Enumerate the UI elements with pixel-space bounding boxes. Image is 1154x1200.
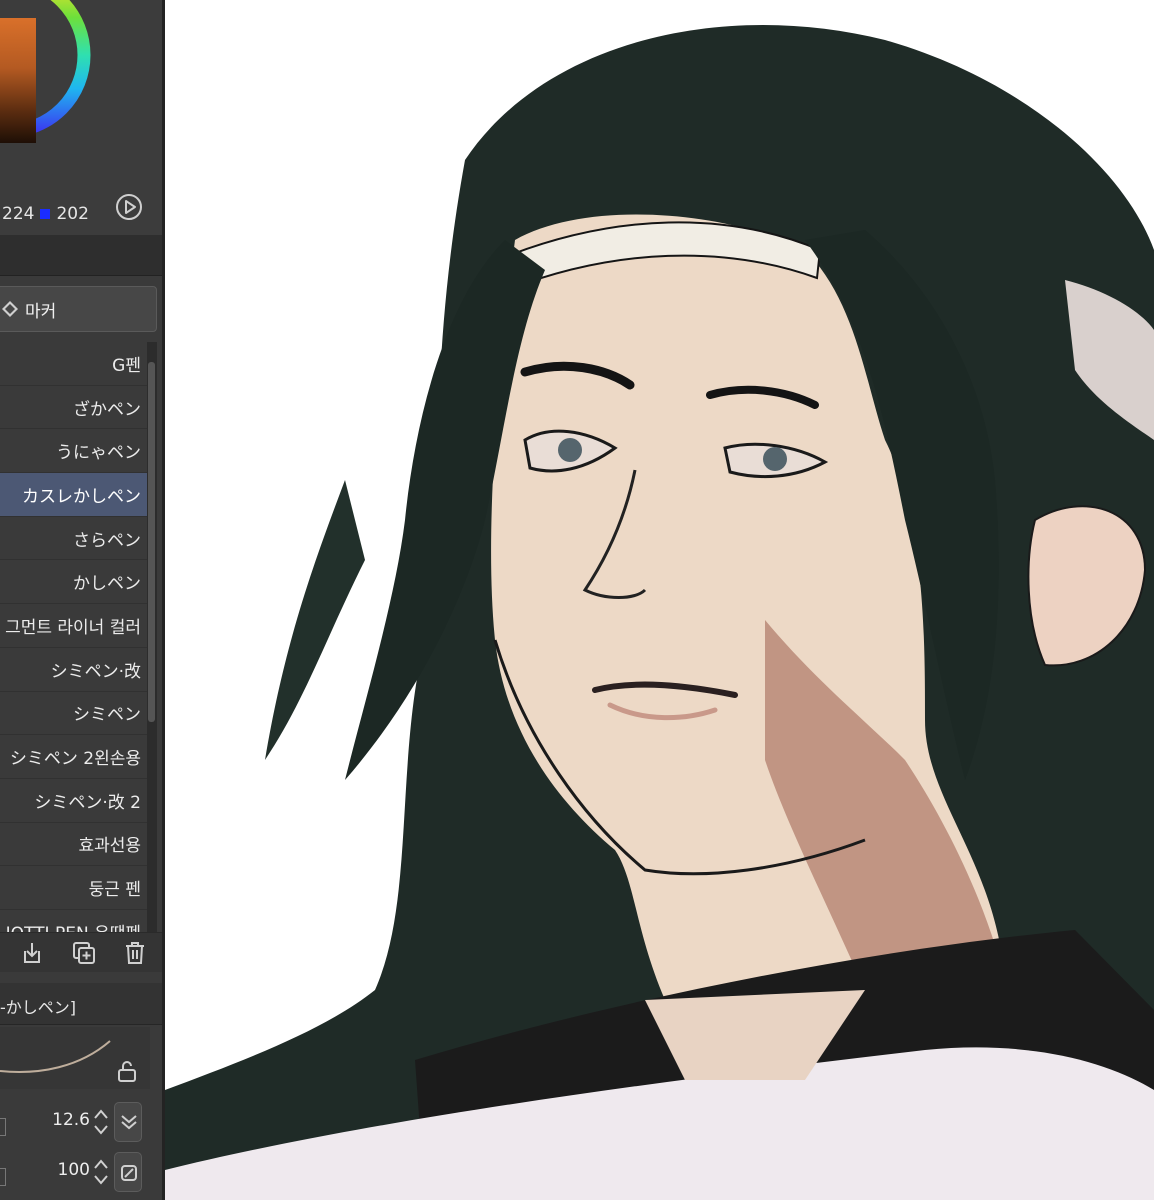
rgb-readout: 224 202	[0, 203, 89, 225]
brush-label: 효과선용	[78, 836, 141, 857]
brush-label: G펜	[112, 355, 141, 376]
brush-label: IOTTI PEN 우땐펜	[6, 919, 141, 932]
tool-group-header[interactable]: 마커	[0, 286, 157, 332]
pressure-icon	[121, 1115, 137, 1130]
brush-opacity-row: 100	[0, 1148, 162, 1194]
brush-item[interactable]: シミペン·改	[0, 648, 147, 692]
opacity-stepper[interactable]	[92, 1156, 110, 1188]
tool-panel: 224 202 마커 G펜 ざかペン うにゃペン カスレかしペン さらペン かし…	[0, 0, 162, 1200]
brush-label: カスレかしペン	[22, 486, 141, 507]
brush-size-value[interactable]: 12.6	[52, 1110, 90, 1130]
sub-tool-label: -かしペン]	[0, 998, 77, 1017]
brush-item[interactable]: うにゃペン	[0, 429, 147, 474]
sub-tool-title: -かしペン]	[0, 983, 162, 1025]
brush-opacity-value[interactable]: 100	[58, 1160, 90, 1180]
lock-icon[interactable]	[116, 1059, 138, 1083]
brush-item[interactable]: さらペン	[0, 517, 147, 561]
brush-list: G펜 ざかペン うにゃペン カスレかしペン さらペン かしペン 그먼트 라이너 …	[0, 342, 147, 932]
marker-icon	[2, 301, 18, 317]
duplicate-icon[interactable]	[70, 939, 98, 967]
size-slider[interactable]	[0, 1118, 6, 1136]
panel-divider	[0, 235, 162, 276]
brush-item-selected[interactable]: カスレかしペン	[0, 473, 147, 517]
stroke-curve	[0, 1040, 111, 1073]
blue-value: 202	[56, 204, 89, 224]
size-stepper[interactable]	[92, 1106, 110, 1138]
brush-item[interactable]: シミペン·改 2	[0, 779, 147, 823]
character-illustration	[165, 25, 1154, 1200]
brush-label: シミペン·改	[50, 661, 141, 682]
brush-item[interactable]: 둥근 펜	[0, 866, 147, 910]
brush-list-scrollbar[interactable]	[147, 342, 157, 932]
brush-label: さらペン	[73, 530, 141, 551]
brush-item[interactable]: 효과선용	[0, 823, 147, 867]
brush-action-bar	[0, 932, 162, 972]
blend-button[interactable]	[114, 1152, 142, 1192]
brush-item[interactable]: シミペン 2왼손용	[0, 735, 147, 779]
brush-item[interactable]: G펜	[0, 342, 147, 386]
brush-item[interactable]: シミペン	[0, 692, 147, 736]
play-circle-icon[interactable]	[114, 192, 144, 222]
brush-item[interactable]: ざかペン	[0, 386, 147, 430]
brush-label: 그먼트 라이너 컬러	[5, 617, 141, 638]
brush-item[interactable]: 그먼트 라이너 컬러	[0, 604, 147, 648]
stroke-preview	[0, 1027, 150, 1089]
blue-swatch	[40, 209, 51, 219]
tool-group-label: 마커	[25, 301, 57, 322]
brush-label: かしペン	[73, 574, 141, 595]
trash-icon[interactable]	[121, 939, 149, 967]
brush-item[interactable]: かしペン	[0, 560, 147, 605]
drawing-canvas[interactable]	[165, 0, 1154, 1200]
brush-label: シミペン·改 2	[34, 792, 141, 813]
brush-item[interactable]: IOTTI PEN 우땐펜	[0, 910, 147, 932]
opacity-slider[interactable]	[0, 1168, 6, 1186]
color-wheel-panel: 224 202	[0, 0, 162, 235]
pressure-button[interactable]	[114, 1102, 142, 1142]
blend-icon	[121, 1165, 137, 1181]
brush-label: シミペン	[73, 705, 141, 726]
brush-label: うにゃペン	[56, 443, 141, 464]
scroll-thumb[interactable]	[148, 362, 155, 722]
brush-label: シミペン 2왼손용	[9, 749, 141, 770]
green-value: 224	[2, 204, 35, 224]
color-saturation-square[interactable]	[0, 18, 36, 143]
brush-label: 둥근 펜	[88, 880, 141, 901]
brush-size-row: 12.6	[0, 1098, 162, 1144]
hair-side-strands	[265, 480, 365, 760]
brush-label: ざかペン	[73, 399, 141, 420]
import-icon[interactable]	[18, 939, 46, 967]
